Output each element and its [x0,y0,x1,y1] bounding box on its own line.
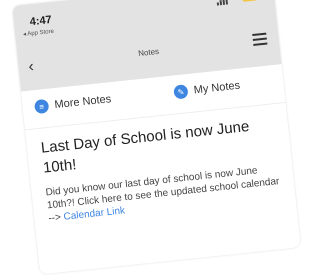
status-time: 4:47 [29,13,53,29]
phone-screen: 4:47 ◂ App Store ◠ ‹ Notes ≡ More Notes … [12,0,301,275]
battery-icon [242,0,257,2]
list-icon: ≡ [33,98,50,115]
back-to-app-store-link[interactable]: ◂ App Store [23,28,54,38]
page-title: Notes [137,46,160,59]
status-icons: ◠ [216,0,257,6]
more-notes-label: More Notes [53,93,112,112]
hamburger-menu-icon[interactable] [252,32,268,49]
wifi-icon: ◠ [231,0,239,4]
more-notes-button[interactable]: ≡ More Notes [33,92,112,115]
signal-icon [216,0,228,6]
my-notes-label: My Notes [193,79,241,97]
my-notes-button[interactable]: ✎ My Notes [173,79,241,100]
pencil-icon: ✎ [173,84,189,100]
